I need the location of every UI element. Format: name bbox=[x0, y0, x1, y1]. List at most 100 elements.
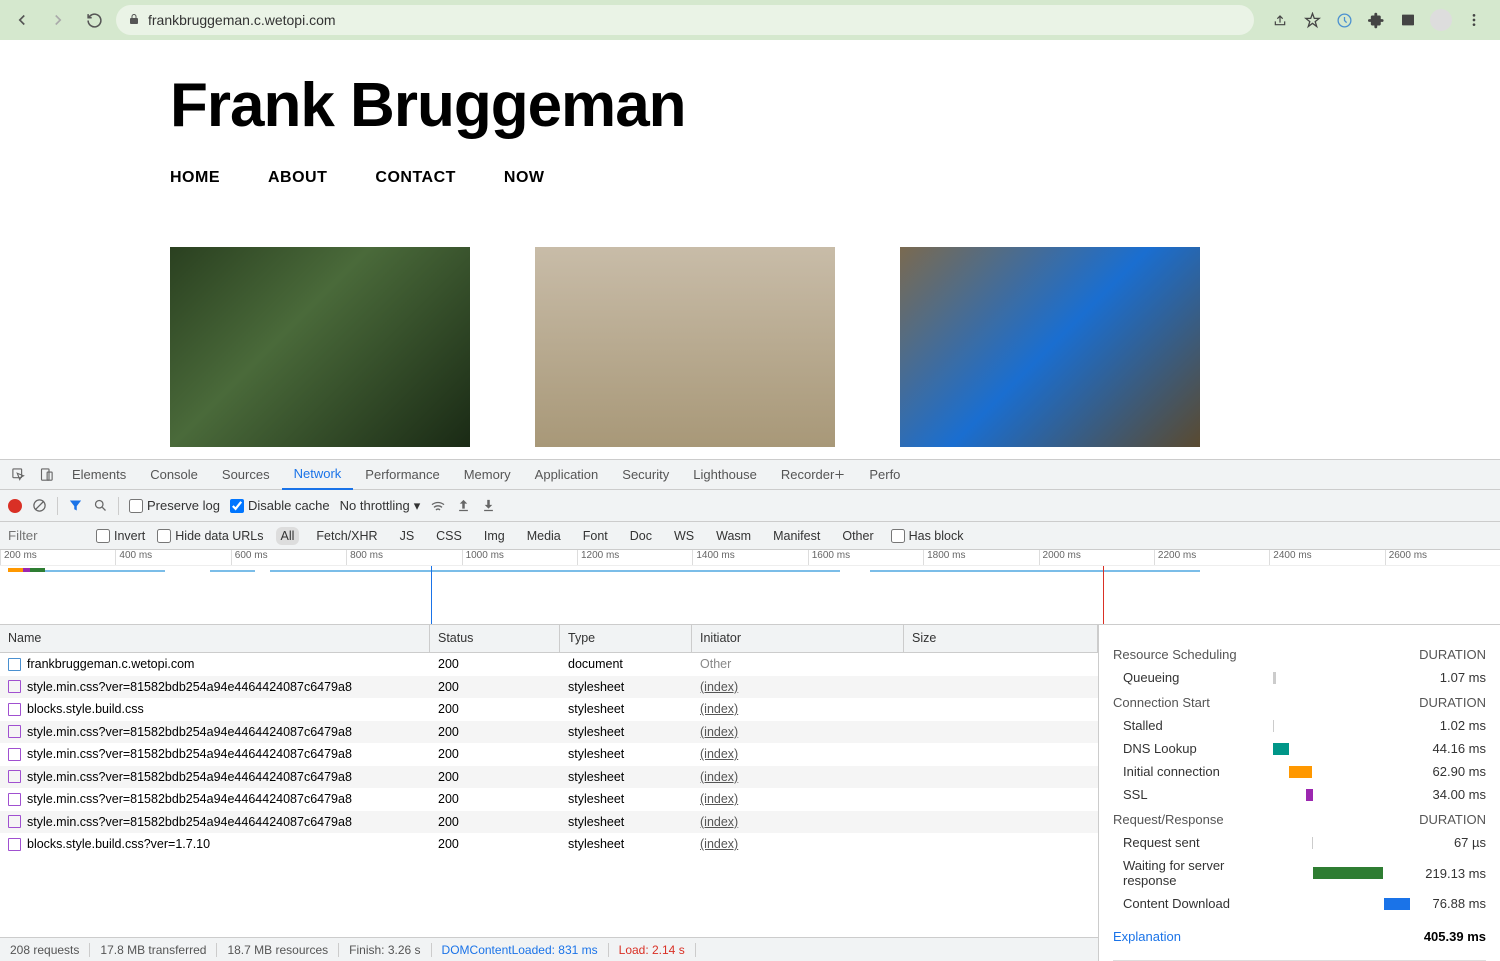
wifi-icon[interactable] bbox=[430, 498, 446, 514]
col-type[interactable]: Type bbox=[560, 625, 692, 652]
filter-manifest[interactable]: Manifest bbox=[768, 527, 825, 545]
filter-css[interactable]: CSS bbox=[431, 527, 467, 545]
request-initiator[interactable]: (index) bbox=[692, 815, 904, 829]
download-icon[interactable] bbox=[481, 498, 496, 513]
request-initiator[interactable]: (index) bbox=[692, 702, 904, 716]
tab-recorder[interactable]: Recorder bbox=[769, 460, 857, 490]
request-row[interactable]: style.min.css?ver=81582bdb254a94e4464424… bbox=[0, 766, 1098, 789]
nav-about[interactable]: ABOUT bbox=[268, 169, 327, 187]
gallery-image-1[interactable] bbox=[170, 247, 470, 447]
extensions-icon[interactable] bbox=[1366, 10, 1386, 30]
search-icon[interactable] bbox=[93, 498, 108, 513]
tab-perfo[interactable]: Perfo bbox=[857, 460, 912, 490]
disable-cache-checkbox[interactable]: Disable cache bbox=[230, 498, 330, 513]
preserve-log-checkbox[interactable]: Preserve log bbox=[129, 498, 220, 513]
request-row[interactable]: style.min.css?ver=81582bdb254a94e4464424… bbox=[0, 788, 1098, 811]
filter-js[interactable]: JS bbox=[395, 527, 420, 545]
filter-doc[interactable]: Doc bbox=[625, 527, 657, 545]
filter-icon[interactable] bbox=[68, 498, 83, 513]
address-bar[interactable]: frankbruggeman.c.wetopi.com bbox=[116, 5, 1254, 35]
tab-lighthouse[interactable]: Lighthouse bbox=[681, 460, 769, 490]
filter-media[interactable]: Media bbox=[522, 527, 566, 545]
filter-all[interactable]: All bbox=[276, 527, 300, 545]
star-icon[interactable] bbox=[1302, 10, 1322, 30]
status-finish: Finish: 3.26 s bbox=[339, 943, 431, 957]
inspect-icon[interactable] bbox=[4, 461, 32, 489]
request-row[interactable]: style.min.css?ver=81582bdb254a94e4464424… bbox=[0, 811, 1098, 834]
request-row[interactable]: blocks.style.build.css?ver=1.7.10 200 st… bbox=[0, 833, 1098, 856]
reload-button[interactable] bbox=[80, 6, 108, 34]
panel-icon[interactable] bbox=[1398, 10, 1418, 30]
nav-home[interactable]: HOME bbox=[170, 169, 220, 187]
explanation-link[interactable]: Explanation bbox=[1113, 929, 1181, 944]
request-initiator[interactable]: (index) bbox=[692, 792, 904, 806]
network-toolbar: Preserve log Disable cache No throttling… bbox=[0, 490, 1500, 522]
file-icon bbox=[8, 680, 21, 693]
timeline-tick: 2400 ms bbox=[1269, 550, 1384, 565]
status-transferred: 17.8 MB transferred bbox=[90, 943, 217, 957]
gallery-image-3[interactable] bbox=[900, 247, 1200, 447]
tab-security[interactable]: Security bbox=[610, 460, 681, 490]
request-initiator[interactable]: (index) bbox=[692, 770, 904, 784]
clear-icon[interactable] bbox=[32, 498, 47, 513]
menu-icon[interactable] bbox=[1464, 10, 1484, 30]
filter-input[interactable] bbox=[4, 526, 84, 545]
tab-elements[interactable]: Elements bbox=[60, 460, 138, 490]
request-row[interactable]: frankbruggeman.c.wetopi.com 200 document… bbox=[0, 653, 1098, 676]
timing-section-head: Connection StartDURATION bbox=[1113, 695, 1486, 710]
file-icon bbox=[8, 793, 21, 806]
profile-avatar[interactable] bbox=[1430, 9, 1452, 31]
filter-fetch[interactable]: Fetch/XHR bbox=[311, 527, 382, 545]
filter-ws[interactable]: WS bbox=[669, 527, 699, 545]
gallery-image-2[interactable] bbox=[535, 247, 835, 447]
request-initiator[interactable]: (index) bbox=[692, 837, 904, 851]
request-row[interactable]: style.min.css?ver=81582bdb254a94e4464424… bbox=[0, 743, 1098, 766]
throttling-select[interactable]: No throttling ▾ bbox=[340, 498, 421, 514]
filter-other[interactable]: Other bbox=[837, 527, 878, 545]
has-blocked-checkbox[interactable]: Has block bbox=[891, 529, 964, 543]
share-icon[interactable] bbox=[1270, 10, 1290, 30]
tab-performance[interactable]: Performance bbox=[353, 460, 451, 490]
request-row[interactable]: blocks.style.build.css 200 stylesheet (i… bbox=[0, 698, 1098, 721]
forward-button[interactable] bbox=[44, 6, 72, 34]
filter-font[interactable]: Font bbox=[578, 527, 613, 545]
col-name[interactable]: Name bbox=[0, 625, 430, 652]
file-icon bbox=[8, 815, 21, 828]
nav-contact[interactable]: CONTACT bbox=[375, 169, 456, 187]
request-initiator[interactable]: (index) bbox=[692, 725, 904, 739]
nav-now[interactable]: NOW bbox=[504, 169, 545, 187]
image-gallery bbox=[170, 247, 1500, 447]
network-timeline[interactable]: 200 ms400 ms600 ms800 ms1000 ms1200 ms14… bbox=[0, 550, 1500, 625]
filter-img[interactable]: Img bbox=[479, 527, 510, 545]
request-initiator[interactable]: (index) bbox=[692, 747, 904, 761]
request-initiator[interactable]: Other bbox=[692, 657, 904, 671]
timing-label: Waiting for server response bbox=[1113, 858, 1273, 888]
back-button[interactable] bbox=[8, 6, 36, 34]
timing-bar bbox=[1273, 720, 1274, 732]
invert-checkbox[interactable]: Invert bbox=[96, 529, 145, 543]
record-button[interactable] bbox=[8, 499, 22, 513]
col-initiator[interactable]: Initiator bbox=[692, 625, 904, 652]
tab-sources[interactable]: Sources bbox=[210, 460, 282, 490]
col-status[interactable]: Status bbox=[430, 625, 560, 652]
timing-row: DNS Lookup 44.16 ms bbox=[1113, 741, 1486, 756]
col-size[interactable]: Size bbox=[904, 625, 1098, 652]
timing-label: Queueing bbox=[1113, 670, 1273, 685]
request-name: style.min.css?ver=81582bdb254a94e4464424… bbox=[27, 815, 352, 829]
request-row[interactable]: style.min.css?ver=81582bdb254a94e4464424… bbox=[0, 721, 1098, 744]
upload-icon[interactable] bbox=[456, 498, 471, 513]
tab-application[interactable]: Application bbox=[523, 460, 611, 490]
tab-network[interactable]: Network bbox=[282, 460, 354, 490]
filter-wasm[interactable]: Wasm bbox=[711, 527, 756, 545]
device-icon[interactable] bbox=[32, 461, 60, 489]
extension-icon-1[interactable] bbox=[1334, 10, 1354, 30]
tab-memory[interactable]: Memory bbox=[452, 460, 523, 490]
request-initiator[interactable]: (index) bbox=[692, 680, 904, 694]
tab-console[interactable]: Console bbox=[138, 460, 210, 490]
timing-row: Content Download 76.88 ms bbox=[1113, 896, 1486, 911]
request-name: style.min.css?ver=81582bdb254a94e4464424… bbox=[27, 770, 352, 784]
timing-value: 1.02 ms bbox=[1403, 718, 1486, 733]
request-row[interactable]: style.min.css?ver=81582bdb254a94e4464424… bbox=[0, 676, 1098, 699]
timing-row: Stalled 1.02 ms bbox=[1113, 718, 1486, 733]
hide-data-urls-checkbox[interactable]: Hide data URLs bbox=[157, 529, 263, 543]
